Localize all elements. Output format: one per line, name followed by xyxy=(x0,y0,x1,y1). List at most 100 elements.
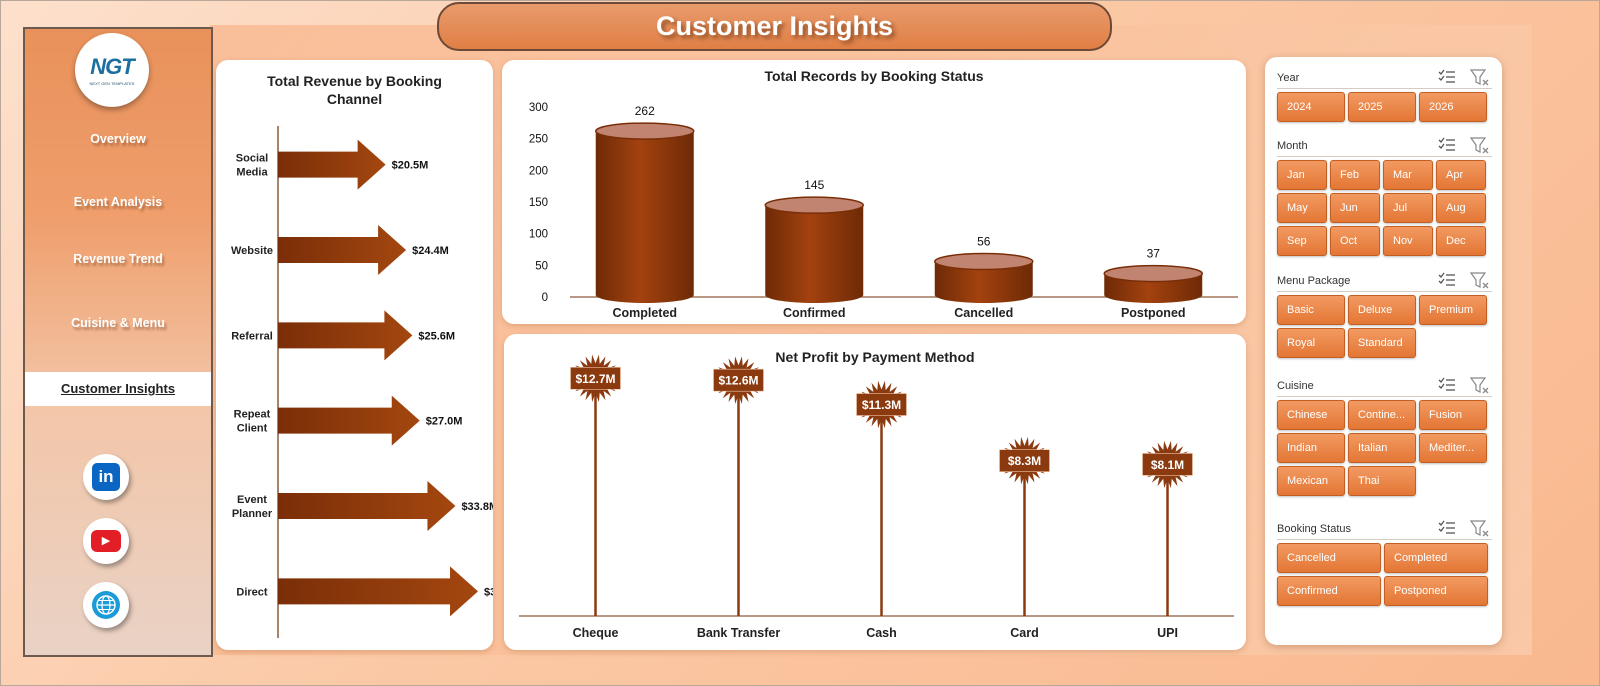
clear-filter-icon[interactable] xyxy=(1469,136,1490,155)
slicer-options: Chinese Contine... Fusion Indian Italian Medi… xyxy=(1277,400,1492,496)
slicer-icons xyxy=(1438,271,1490,290)
slicer-option[interactable]: Mexican xyxy=(1277,466,1345,496)
slicer-header: Menu Package xyxy=(1277,271,1492,292)
nav-customer-insights[interactable]: Customer Insights xyxy=(25,372,211,406)
data-label: $33.8M xyxy=(461,501,493,513)
y-tick-label: 50 xyxy=(535,260,548,272)
y-tick-label: 300 xyxy=(529,102,548,114)
slicer-option[interactable]: Fusion xyxy=(1419,400,1487,430)
slicer-option[interactable]: Italian xyxy=(1348,433,1416,463)
data-label: $24.4M xyxy=(412,245,449,257)
slicer-option[interactable]: Jan xyxy=(1277,160,1327,190)
slicer-options: Jan Feb Mar Apr May Jun Jul Aug Sep Oct Nov Dec xyxy=(1277,160,1492,256)
data-label: 262 xyxy=(635,104,655,118)
slicer-option[interactable]: Oct xyxy=(1330,226,1380,256)
slicer-options: 2024 2025 2026 xyxy=(1277,92,1492,122)
slicer-option[interactable]: Deluxe xyxy=(1348,295,1416,325)
bar-cylinder xyxy=(765,205,864,303)
category-label: Cash xyxy=(866,626,897,640)
category-label: Event xyxy=(237,494,267,506)
slicer-option[interactable]: Completed xyxy=(1384,543,1488,573)
bar-arrow xyxy=(278,139,386,190)
slicer-year: Year 2024 2025 2026 xyxy=(1277,68,1492,122)
category-label: UPI xyxy=(1157,626,1178,640)
slicer-option[interactable]: Jun xyxy=(1330,193,1380,223)
nav-event-analysis[interactable]: Event Analysis xyxy=(25,195,211,209)
nav-revenue-trend[interactable]: Revenue Trend xyxy=(25,252,211,266)
nav-cuisine-menu[interactable]: Cuisine & Menu xyxy=(25,316,211,330)
slicer-option[interactable]: Premium xyxy=(1419,295,1487,325)
slicer-option[interactable]: Nov xyxy=(1383,226,1433,256)
bar-arrow xyxy=(278,395,420,446)
clear-filter-icon[interactable] xyxy=(1469,68,1490,87)
y-tick-label: 250 xyxy=(529,134,548,146)
multi-select-icon[interactable] xyxy=(1438,272,1456,288)
slicer-option[interactable]: Chinese xyxy=(1277,400,1345,430)
slicer-icons xyxy=(1438,136,1490,155)
data-label: 37 xyxy=(1147,247,1161,261)
linkedin-icon: in xyxy=(92,463,120,491)
multi-select-icon[interactable] xyxy=(1438,137,1456,153)
bar-arrow xyxy=(278,225,407,275)
slicer-header: Booking Status xyxy=(1277,519,1492,540)
slicer-option[interactable]: Mediter... xyxy=(1419,433,1487,463)
slicer-option[interactable]: Feb xyxy=(1330,160,1380,190)
data-label: $8.1M xyxy=(1151,458,1184,472)
clear-filter-icon[interactable] xyxy=(1469,376,1490,395)
records-by-status-card: Total Records by Booking Status 0 50 100 15… xyxy=(502,60,1246,324)
category-label: Completed xyxy=(612,306,677,320)
logo-tagline: NEXT GEN TEMPLATES xyxy=(89,81,135,86)
slicer-icons xyxy=(1438,68,1490,87)
slicer-option[interactable]: Basic xyxy=(1277,295,1345,325)
slicer-header: Year xyxy=(1277,68,1492,89)
bar-arrow xyxy=(278,310,413,361)
sidebar: NGT NEXT GEN TEMPLATES Overview Event An… xyxy=(23,27,213,657)
slicer-option[interactable]: Postponed xyxy=(1384,576,1488,606)
bar-arrow xyxy=(278,481,456,531)
slicer-option[interactable]: Confirmed xyxy=(1277,576,1381,606)
slicer-option[interactable]: Cancelled xyxy=(1277,543,1381,573)
multi-select-icon[interactable] xyxy=(1438,377,1456,393)
slicer-option[interactable]: Jul xyxy=(1383,193,1433,223)
clear-filter-icon[interactable] xyxy=(1469,271,1490,290)
category-label: Cancelled xyxy=(954,306,1013,320)
slicer-option[interactable]: Indian xyxy=(1277,433,1345,463)
youtube-button[interactable]: ▶ xyxy=(83,518,129,564)
slicer-option[interactable]: Standard xyxy=(1348,328,1416,358)
slicer-option[interactable]: Royal xyxy=(1277,328,1345,358)
data-label: $20.5M xyxy=(392,160,429,172)
category-label: Client xyxy=(237,423,268,435)
slicer-option[interactable]: 2025 xyxy=(1348,92,1416,122)
slicer-option[interactable]: Contine... xyxy=(1348,400,1416,430)
slicer-option[interactable]: 2024 xyxy=(1277,92,1345,122)
multi-select-icon[interactable] xyxy=(1438,520,1456,536)
slicer-option[interactable]: May xyxy=(1277,193,1327,223)
bar-cylinder xyxy=(595,131,694,303)
slicer-option[interactable]: Sep xyxy=(1277,226,1327,256)
data-label: $8.3M xyxy=(1008,454,1041,468)
slicer-label: Year xyxy=(1277,71,1300,84)
logo: NGT NEXT GEN TEMPLATES xyxy=(75,33,149,107)
multi-select-icon[interactable] xyxy=(1438,69,1456,85)
linkedin-button[interactable]: in xyxy=(83,454,129,500)
data-label: $12.7M xyxy=(575,372,615,386)
category-label: Planner xyxy=(232,508,273,520)
slicer-month: Month Jan Feb Mar Apr May Jun Jul Aug Sep Oct Nov D… xyxy=(1277,136,1492,256)
category-label: Bank Transfer xyxy=(697,626,781,640)
slicer-option[interactable]: Mar xyxy=(1383,160,1433,190)
slicer-header: Cuisine xyxy=(1277,376,1492,397)
nav-overview[interactable]: Overview xyxy=(25,132,211,146)
clear-filter-icon[interactable] xyxy=(1469,519,1490,538)
y-tick-label: 200 xyxy=(529,165,548,177)
bar-cylinder-top xyxy=(764,196,864,214)
data-label: $38.1M xyxy=(484,586,493,598)
slicer-option[interactable]: Apr xyxy=(1436,160,1486,190)
slicer-option[interactable]: 2026 xyxy=(1419,92,1487,122)
bar-cylinder-top xyxy=(934,252,1034,271)
website-button[interactable] xyxy=(83,582,129,628)
slicer-option[interactable]: Dec xyxy=(1436,226,1486,256)
category-label: Cheque xyxy=(573,626,619,640)
slicer-option[interactable]: Thai xyxy=(1348,466,1416,496)
slicer-option[interactable]: Aug xyxy=(1436,193,1486,223)
data-label: $11.3M xyxy=(862,398,901,412)
